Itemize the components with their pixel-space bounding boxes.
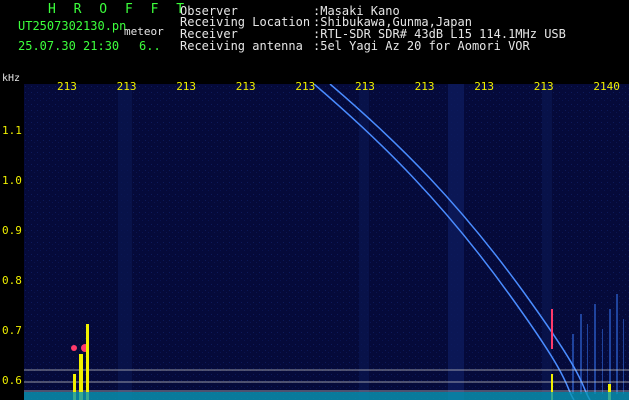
meteor-echo	[71, 345, 77, 351]
y-tick-label: 0.6	[2, 374, 22, 387]
spectrogram-plot	[24, 84, 629, 400]
x-tick-label: 213	[355, 80, 375, 93]
x-tick-label: 213	[533, 80, 554, 93]
x-tick-label: 213	[474, 80, 495, 93]
meteor-echo	[551, 309, 553, 349]
antenna-label: Receiving antenna	[180, 39, 303, 53]
y-unit-label: kHz	[2, 73, 21, 84]
spectrogram-screen: H R O F F T UT2507302130.pn meteor 25.07…	[0, 0, 629, 400]
noise-streak	[542, 84, 552, 400]
x-tick-label: 213	[176, 80, 197, 93]
file-suffix: meteor	[124, 25, 164, 38]
brand-title: H R O F F T	[48, 2, 190, 17]
y-tick-label: 1.0	[2, 174, 22, 187]
level-baseline	[24, 392, 629, 400]
x-tick-label: 213	[295, 80, 316, 93]
x-tick-label: 213	[235, 80, 256, 93]
timestamp-extra: 6..	[139, 39, 161, 53]
y-tick-label: 0.9	[2, 224, 22, 237]
y-tick-label: 1.1	[2, 124, 22, 137]
y-tick-label: 0.8	[2, 274, 22, 287]
file-name: UT2507302130.pn	[18, 19, 127, 33]
x-tick-label: 2140	[593, 80, 620, 93]
plot-background	[24, 84, 629, 400]
noise-streak	[448, 84, 464, 400]
x-tick-label: 213	[116, 80, 137, 93]
header-panel: H R O F F T UT2507302130.pn meteor 25.07…	[0, 0, 629, 74]
noise-streak	[118, 84, 132, 400]
x-tick-label: 213	[57, 80, 77, 93]
timestamp: 25.07.30 21:30	[18, 39, 120, 53]
antenna-value: :5el Yagi Az 20 for Aomori VOR	[313, 39, 530, 53]
y-tick-label: 0.7	[2, 324, 22, 337]
x-tick-label: 213	[414, 80, 435, 93]
